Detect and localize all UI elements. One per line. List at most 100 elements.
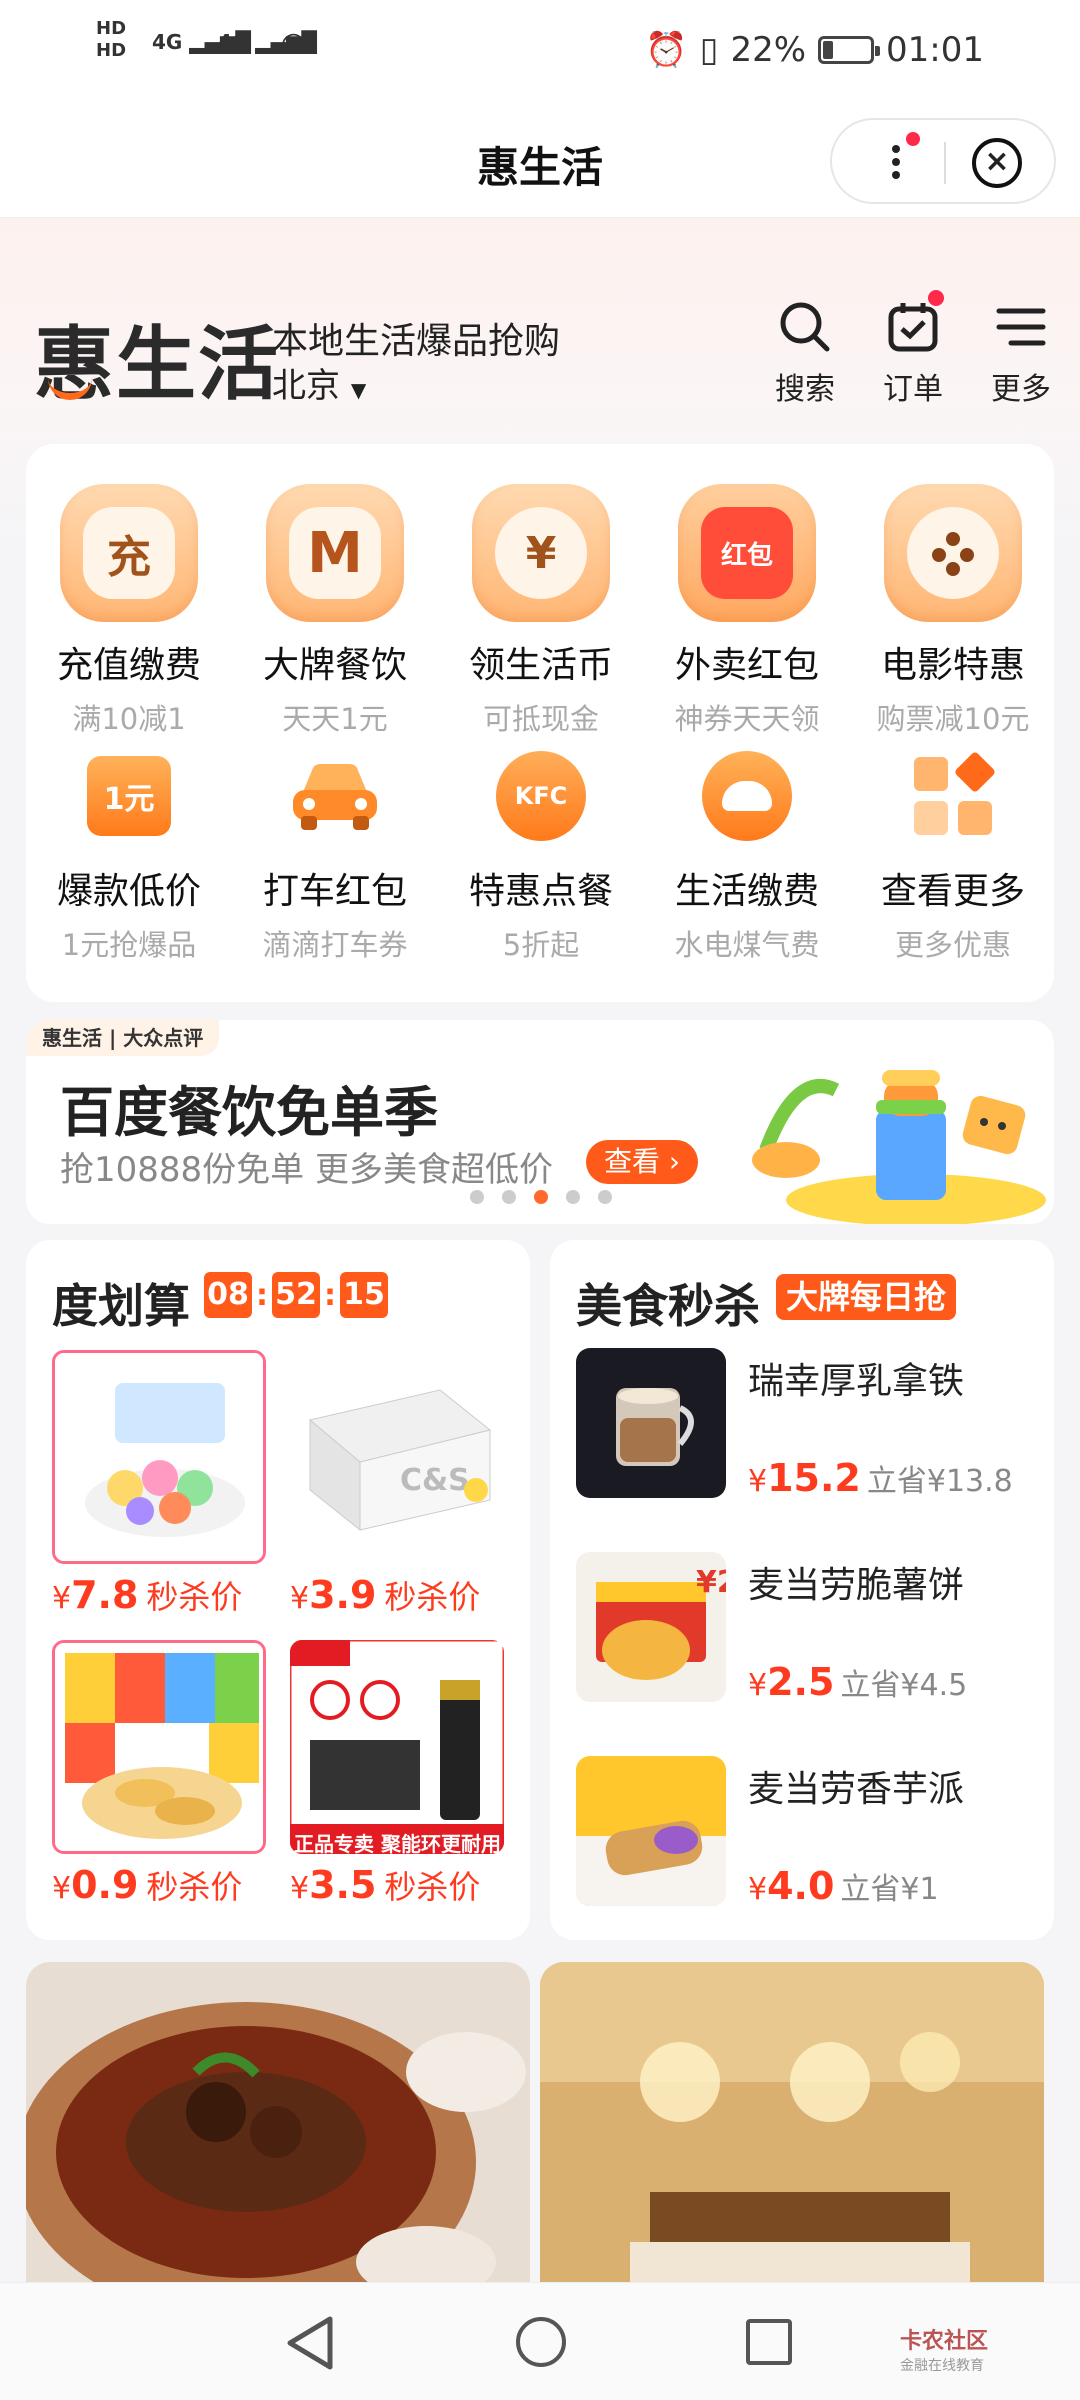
- service-sub: 滴滴打车券: [262, 928, 408, 962]
- food-name: 麦当劳脆薯饼: [748, 1565, 965, 1606]
- order-button[interactable]: 订单: [868, 290, 958, 408]
- food-price: ¥15.2 立省¥13.8: [748, 1456, 1013, 1500]
- pagination-dot: [534, 1190, 548, 1204]
- service-life-coin[interactable]: ¥ 领生活币 可抵现金: [438, 484, 644, 738]
- vibrate-icon: ▯: [699, 30, 719, 70]
- battery-percent: 22%: [730, 30, 807, 70]
- product-image: [290, 1640, 504, 1854]
- order-icon: [868, 296, 958, 358]
- more-menu-button[interactable]: 更多: [976, 296, 1066, 408]
- mini-app-titlebar: 惠生活 ×: [0, 104, 1080, 218]
- service-label: 充值缴费: [56, 645, 201, 686]
- search-icon: [760, 296, 850, 358]
- back-icon[interactable]: [282, 2313, 338, 2373]
- service-label: 外卖红包: [674, 645, 819, 686]
- battery-ad-text: 正品专卖 聚能环更耐用: [294, 1832, 501, 1856]
- pagination-dot: [470, 1190, 484, 1204]
- watermark: 卡农社区 金融在线教育: [900, 2329, 989, 2374]
- order-label: 订单: [883, 372, 943, 407]
- red-packet-icon: 红包: [678, 484, 816, 622]
- service-taxi-redpacket[interactable]: 打车红包 滴滴打车券: [232, 744, 438, 964]
- clock: 01:01: [886, 30, 984, 70]
- utility-bill-icon: [695, 744, 799, 848]
- deal-product-battery[interactable]: 正品专卖 聚能环更耐用 ¥3.5 秒杀价: [290, 1640, 504, 1908]
- banner-brand-tag: 惠生活 | 大众点评: [26, 1020, 220, 1056]
- service-sub: 更多优惠: [894, 928, 1011, 962]
- pagination-dot: [502, 1190, 516, 1204]
- service-brand-dining[interactable]: M 大牌餐饮 天天1元: [232, 484, 438, 738]
- timer-minutes: 52: [272, 1272, 320, 1318]
- countdown-timer: 08: 52: 15: [204, 1272, 388, 1318]
- kfc-icon: KFC: [489, 744, 593, 848]
- battery-level: [823, 41, 834, 59]
- service-takeout-redpacket[interactable]: 红包 外卖红包 神券天天领: [644, 484, 850, 738]
- food-item-latte[interactable]: 瑞幸厚乳拿铁 ¥15.2 立省¥13.8: [576, 1348, 1036, 1500]
- service-sub: 神券天天领: [674, 702, 820, 736]
- service-sub: 可抵现金: [482, 702, 599, 736]
- recents-icon[interactable]: [746, 2319, 792, 2365]
- deal-title: 度划算: [52, 1279, 190, 1333]
- mcdonalds-icon: M: [266, 484, 404, 622]
- product-image: C&S: [290, 1350, 504, 1564]
- food-image: [576, 1348, 726, 1498]
- product-price: ¥3.9 秒杀价: [290, 1573, 481, 1617]
- deal-product-chips[interactable]: ¥0.9 秒杀价: [52, 1640, 266, 1908]
- search-button[interactable]: 搜索: [760, 296, 850, 408]
- home-icon[interactable]: [516, 2317, 566, 2367]
- more-dots-icon[interactable]: [876, 140, 916, 186]
- status-right: ⏰ ▯ 22% 01:01: [645, 30, 984, 70]
- service-hot-lowprice[interactable]: 1元 爆款低价 1元抢爆品: [26, 744, 232, 964]
- pagination-dot: [566, 1190, 580, 1204]
- food-name: 瑞幸厚乳拿铁: [748, 1361, 965, 1402]
- svg-text:C&S: C&S: [400, 1463, 470, 1498]
- city-selector[interactable]: 北京 ▼: [272, 358, 366, 407]
- service-sub: 1元抢爆品: [61, 928, 197, 962]
- service-label: 查看更多: [880, 871, 1025, 912]
- order-notification-dot: [928, 290, 944, 306]
- food-price: ¥2.5 立省¥4.5: [748, 1660, 968, 1704]
- yuan-coin-icon: ¥: [472, 484, 610, 622]
- service-label: 生活缴费: [674, 871, 819, 912]
- service-discount-meal[interactable]: KFC 特惠点餐 5折起: [438, 744, 644, 964]
- banner-view-button[interactable]: 查看 ›: [586, 1140, 699, 1184]
- banner-pagination: [470, 1190, 612, 1204]
- service-movie[interactable]: 电影特惠 购票减10元: [850, 484, 1056, 738]
- service-recharge[interactable]: 充 充值缴费 满10减1: [26, 484, 232, 738]
- service-label: 领生活币: [468, 645, 613, 686]
- promo-banner[interactable]: 惠生活 | 大众点评 百度餐饮免单季 抢10888份免单 更多美食超低价 查看 …: [26, 1020, 1054, 1224]
- store-photo-hotpot[interactable]: [26, 1962, 530, 2282]
- deal-product-jelly[interactable]: ¥7.8 秒杀价: [52, 1350, 266, 1618]
- chevron-right-icon: ›: [668, 1145, 681, 1178]
- food-item-taro-pie[interactable]: 麦当劳香芋派 ¥4.0 立省¥1: [576, 1756, 1036, 1908]
- service-label: 特惠点餐: [468, 871, 613, 912]
- service-label: 电影特惠: [880, 645, 1025, 686]
- more-label: 更多: [991, 372, 1051, 407]
- slogan: 本地生活爆品抢购: [272, 321, 561, 362]
- close-circle-icon[interactable]: ×: [972, 138, 1022, 188]
- car-icon: [283, 744, 387, 848]
- status-bar: HD HD 4G ▂▄▆█ 4G ▂▄▆█ ◠ ⏰ ▯ 22% 01:01: [0, 0, 1080, 104]
- caret-down-icon: ▼: [350, 378, 367, 402]
- service-label: 打车红包: [262, 871, 407, 912]
- service-see-more[interactable]: 查看更多 更多优惠: [850, 744, 1056, 964]
- service-sub: 天天1元: [282, 702, 388, 736]
- store-photo-hotel-room[interactable]: [540, 1962, 1044, 2282]
- one-yuan-icon: 1元: [77, 744, 181, 848]
- banner-subtitle: 抢10888份免单 更多美食超低价: [60, 1150, 553, 1190]
- service-utility-bill[interactable]: 生活缴费 水电煤气费: [644, 744, 850, 964]
- product-image: [52, 1350, 266, 1564]
- food-name: 麦当劳香芋派: [748, 1769, 965, 1810]
- system-nav-bar: 卡农社区 金融在线教育: [0, 2282, 1080, 2400]
- recharge-icon: 充: [60, 484, 198, 622]
- food-image: ¥2: [576, 1552, 726, 1702]
- menu-icon: [976, 296, 1066, 358]
- banner-illustration: [752, 1070, 1046, 1224]
- flash-deal-card: 度划算 08: 52: 15 ¥7.8 秒杀价 C&S ¥3.9 秒杀价 ¥0.9 秒…: [26, 1240, 530, 1940]
- food-item-hashbrown[interactable]: ¥2 麦当劳脆薯饼 ¥2.5立省¥4.5: [576, 1552, 1036, 1704]
- product-image: [52, 1640, 266, 1854]
- product-price: ¥0.9 秒杀价: [52, 1863, 243, 1907]
- deal-product-tissue[interactable]: C&S ¥3.9 秒杀价: [290, 1350, 504, 1618]
- battery-icon: [818, 36, 881, 64]
- service-label: 大牌餐饮: [262, 645, 407, 686]
- timer-hours: 08: [204, 1272, 252, 1318]
